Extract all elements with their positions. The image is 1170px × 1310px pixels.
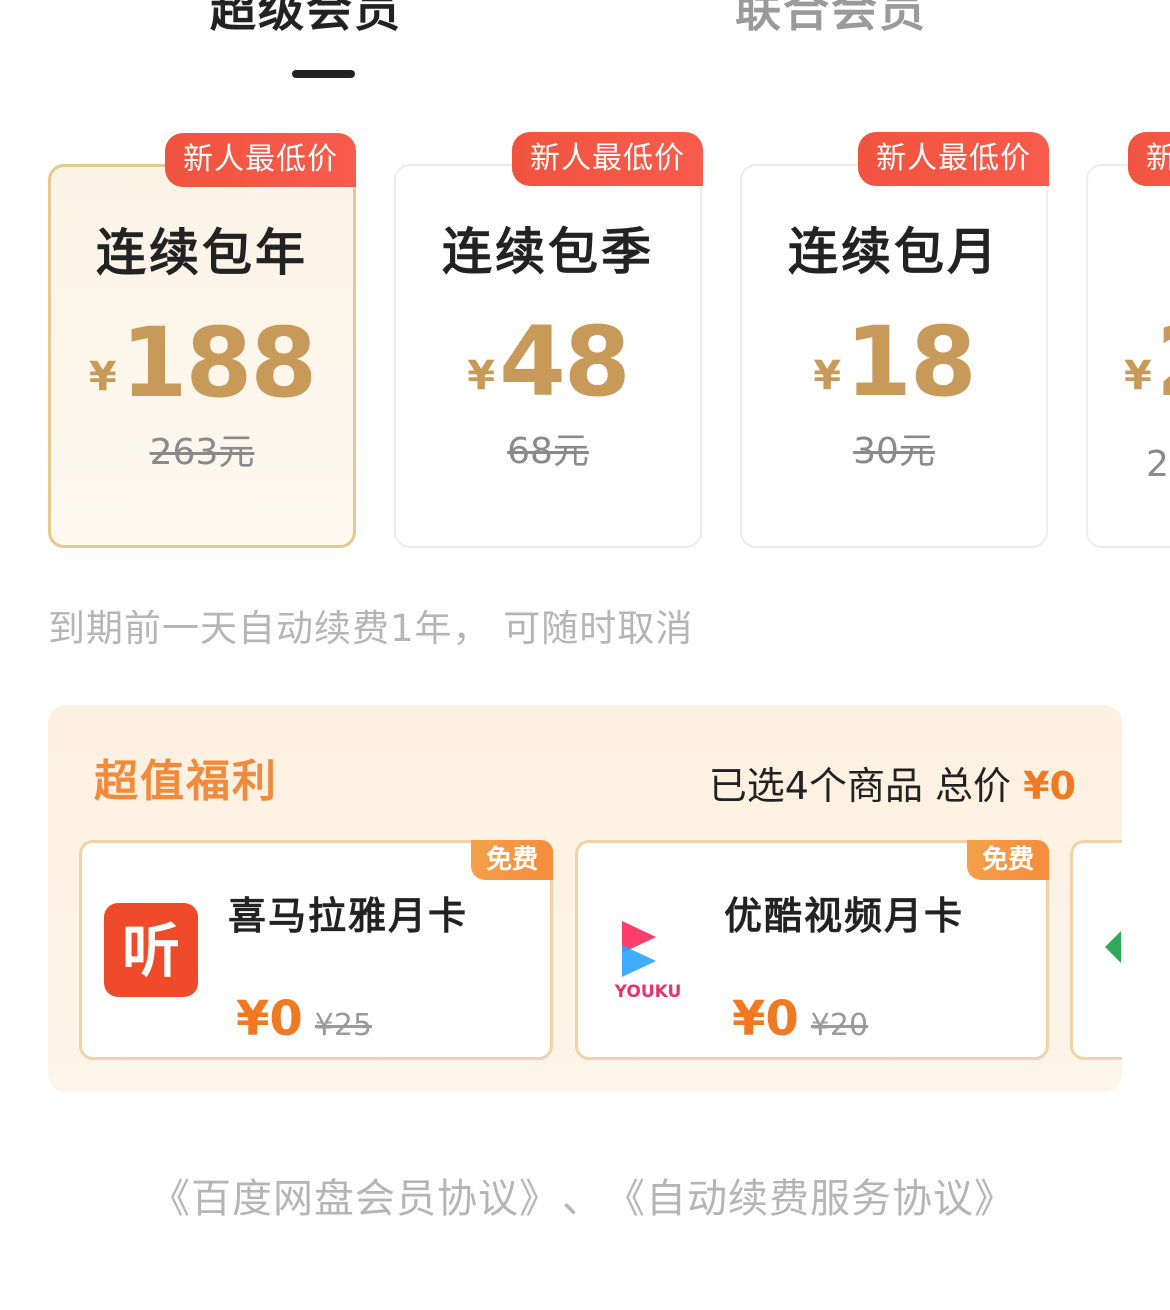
ximalaya-icon-text: 听 (122, 917, 180, 985)
agreement-separator: 、 (562, 1176, 603, 1222)
benefits-panel: 超值福利 已选4个商品 总价 ¥0 免费 听 喜马拉雅月卡 ¥0 ¥25 免费 Y… (48, 705, 1122, 1092)
benefit-current-price: ¥0 (732, 991, 799, 1047)
plan-name: 连续包季 (442, 223, 654, 281)
price-amount: 2 (1156, 306, 1170, 418)
original-price: 263元 (149, 432, 255, 473)
price-amount: 48 (499, 306, 631, 418)
benefit-original-price: ¥25 (314, 1008, 373, 1043)
youku-icon: YOUKU (608, 911, 688, 1002)
plan-price: ¥48 (396, 306, 700, 418)
plan-card-yearly[interactable]: 新人最低价 连续包年 ¥188 263元 (48, 133, 356, 548)
price-amount: 188 (120, 307, 317, 419)
price-amount: 18 (845, 306, 977, 418)
currency-symbol: ¥ (1124, 353, 1152, 399)
plan-name: 连续包年 (96, 224, 308, 282)
plan-price: ¥18 (742, 306, 1046, 418)
plan-price: ¥188 (51, 307, 353, 419)
plan-card-partial[interactable]: 新 ¥2 2 (1086, 132, 1170, 548)
plan-list: 新人最低价 连续包年 ¥188 263元 新人最低价 连续包季 ¥48 68元 … (0, 128, 1170, 568)
benefit-card-partial[interactable] (1070, 840, 1122, 1060)
plan-card-quarterly[interactable]: 新人最低价 连续包季 ¥48 68元 (394, 132, 703, 548)
benefit-original-price: ¥20 (810, 1008, 869, 1043)
plan-badge: 新人最低价 (512, 132, 703, 186)
plan-badge: 新人最低价 (858, 132, 1049, 186)
benefit-name: 优酷视频月卡 (724, 894, 965, 938)
original-price: 2 (1146, 444, 1169, 485)
benefit-price: ¥0 ¥20 (732, 991, 868, 1047)
renewal-note: 到期前一天自动续费1年， 可随时取消 (48, 607, 694, 650)
currency-symbol: ¥ (813, 353, 842, 399)
original-price: 30元 (853, 431, 935, 472)
total-price: ¥0 (1023, 764, 1076, 808)
benefits-title: 超值福利 (94, 756, 278, 807)
ximalaya-icon: 听 (104, 903, 198, 997)
membership-tabs: 超级会员 联合会员 (0, 0, 1170, 90)
free-badge: 免费 (471, 840, 553, 880)
benefits-summary: 已选4个商品 总价 ¥0 (709, 755, 1076, 810)
agreement-links: 《百度网盘会员协议》、《自动续费服务协议》 (150, 1166, 1015, 1224)
tab-super-vip[interactable]: 超级会员 (210, 0, 402, 40)
benefit-card-youku[interactable]: 免费 YOUKU 优酷视频月卡 ¥0 ¥20 (575, 840, 1049, 1060)
plan-price: ¥2 (1124, 306, 1170, 418)
benefit-current-price: ¥0 (236, 991, 303, 1047)
youku-icon-text: YOUKU (614, 982, 682, 1001)
membership-agreement-link[interactable]: 《百度网盘会员协议》 (150, 1176, 540, 1222)
active-tab-indicator (292, 70, 355, 78)
tab-joint-vip[interactable]: 联合会员 (735, 0, 927, 40)
selected-count-text: 已选4个商品 总价 (708, 764, 1024, 808)
free-badge: 免费 (967, 840, 1049, 880)
currency-symbol: ¥ (88, 354, 117, 400)
benefit-price: ¥0 ¥25 (236, 991, 372, 1047)
benefit-name: 喜马拉雅月卡 (228, 894, 469, 938)
currency-symbol: ¥ (467, 353, 496, 399)
original-price: 68元 (507, 431, 589, 472)
benefit-card-ximalaya[interactable]: 免费 听 喜马拉雅月卡 ¥0 ¥25 (79, 840, 553, 1060)
plan-card-monthly[interactable]: 新人最低价 连续包月 ¥18 30元 (740, 132, 1049, 548)
plan-badge: 新 (1128, 132, 1170, 186)
auto-renew-agreement-link[interactable]: 《自动续费服务协议》 (625, 1176, 1015, 1222)
plan-badge: 新人最低价 (165, 133, 356, 187)
plan-name: 连续包月 (788, 223, 1000, 281)
partial-logo-icon (1105, 931, 1121, 963)
